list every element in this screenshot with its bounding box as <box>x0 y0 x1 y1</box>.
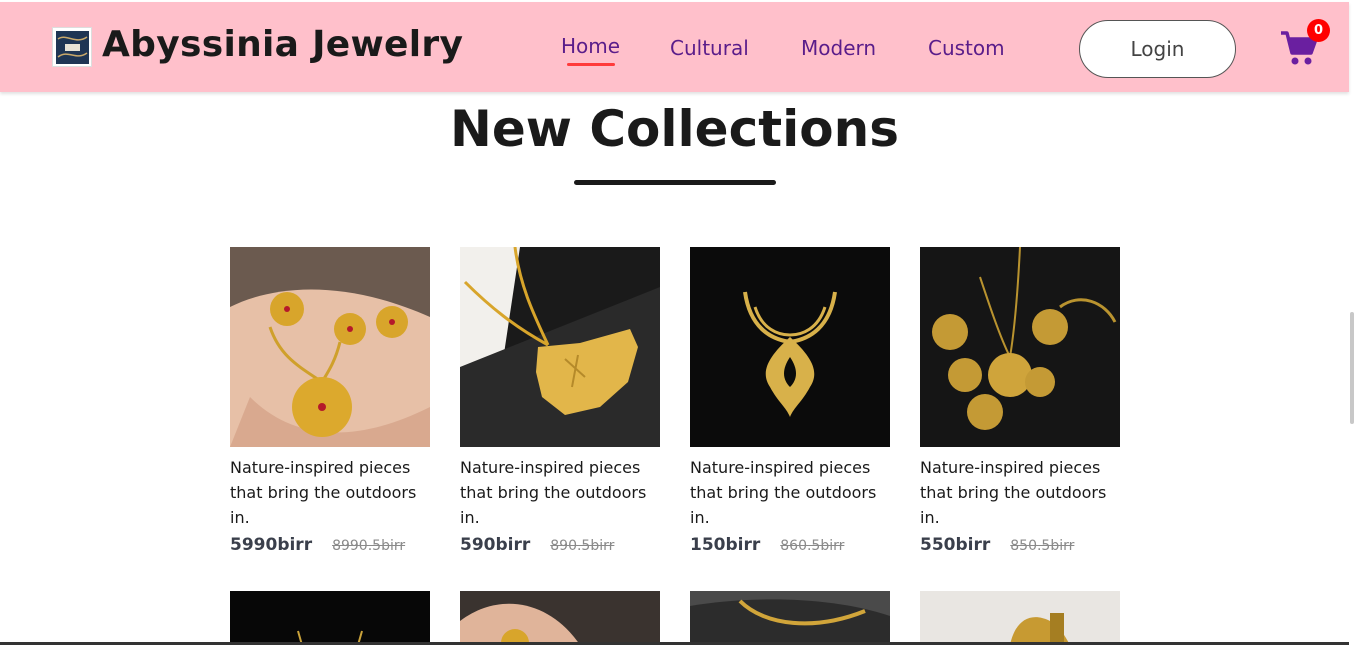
title-divider <box>574 180 776 185</box>
login-button[interactable]: Login <box>1079 20 1236 78</box>
nav-modern[interactable]: Modern <box>801 36 876 60</box>
product-card[interactable] <box>230 591 430 645</box>
product-image[interactable] <box>460 247 660 447</box>
nav-custom[interactable]: Custom <box>928 36 1005 60</box>
product-image[interactable] <box>690 247 890 447</box>
product-image[interactable] <box>920 247 1120 447</box>
product-old-price: 860.5birr <box>780 538 845 554</box>
site-header: Abyssinia Jewelry Home Cultural Modern C… <box>0 2 1349 92</box>
active-nav-underline <box>567 63 615 66</box>
cart-count-badge: 0 <box>1307 19 1330 42</box>
section-title: New Collections <box>450 100 899 158</box>
product-image[interactable] <box>230 591 430 645</box>
product-card[interactable] <box>920 591 1120 645</box>
product-image[interactable] <box>690 591 890 645</box>
product-card[interactable]: Nature-inspired pieces that bring the ou… <box>690 247 890 555</box>
nav-cultural[interactable]: Cultural <box>670 36 749 60</box>
product-card[interactable] <box>460 591 660 645</box>
product-image[interactable] <box>230 247 430 447</box>
product-description: Nature-inspired pieces that bring the ou… <box>690 458 877 527</box>
product-description: Nature-inspired pieces that bring the ou… <box>460 458 647 527</box>
page-scrollbar[interactable] <box>1350 312 1354 424</box>
product-description: Nature-inspired pieces that bring the ou… <box>920 458 1107 527</box>
product-image[interactable] <box>920 591 1120 645</box>
product-price: 590birr <box>460 535 531 555</box>
product-old-price: 8990.5birr <box>332 538 406 554</box>
brand-name[interactable]: Abyssinia Jewelry <box>102 24 463 65</box>
brand-logo-icon[interactable] <box>52 27 92 67</box>
product-card[interactable]: Nature-inspired pieces that bring the ou… <box>920 247 1120 555</box>
product-old-price: 890.5birr <box>550 538 615 554</box>
product-card[interactable] <box>690 591 890 645</box>
product-image[interactable] <box>460 591 660 645</box>
product-price: 150birr <box>690 535 761 555</box>
product-card[interactable]: Nature-inspired pieces that bring the ou… <box>230 247 430 555</box>
product-old-price: 850.5birr <box>1010 538 1075 554</box>
product-description: Nature-inspired pieces that bring the ou… <box>230 458 417 527</box>
product-card[interactable]: Nature-inspired pieces that bring the ou… <box>460 247 660 555</box>
product-price: 5990birr <box>230 535 313 555</box>
product-price: 550birr <box>920 535 991 555</box>
nav-home[interactable]: Home <box>561 34 620 58</box>
